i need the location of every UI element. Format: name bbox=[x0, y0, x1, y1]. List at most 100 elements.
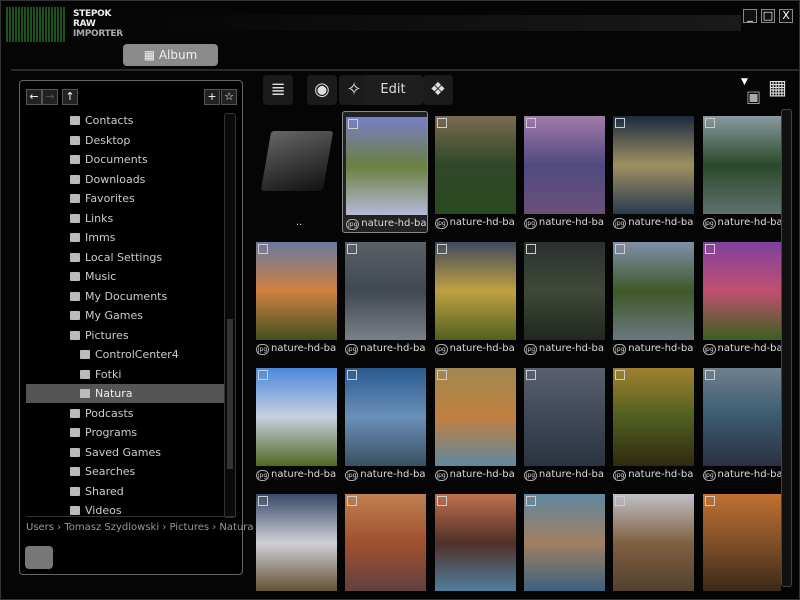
title-bar[interactable] bbox=[121, 15, 741, 31]
scroll-thumb[interactable] bbox=[227, 319, 233, 469]
edit-button[interactable]: Edit bbox=[363, 75, 423, 105]
exif-icon bbox=[615, 244, 626, 254]
thumbnail[interactable]: jpg nature-hd-ba bbox=[700, 363, 782, 485]
jpg-badge-icon: jpg bbox=[256, 344, 269, 355]
filename: nature-hd-ba bbox=[628, 343, 694, 354]
thumbnail[interactable]: jpg nature-hd-ba bbox=[253, 363, 339, 485]
thumbnail-image bbox=[256, 368, 337, 466]
eye-icon[interactable]: ◉ bbox=[307, 75, 337, 105]
tree-item[interactable]: Videos bbox=[26, 501, 234, 517]
tree-item[interactable]: Downloads bbox=[26, 170, 234, 189]
thumbnail[interactable]: jpg nature-hd-ba bbox=[610, 111, 696, 233]
filename: nature-hd-ba bbox=[717, 217, 782, 228]
thumbnail-image bbox=[346, 117, 428, 215]
exif-icon bbox=[704, 496, 715, 506]
thumbnail-image bbox=[434, 368, 516, 466]
grid-icon: ▦ bbox=[143, 48, 159, 62]
tree-scrollbar[interactable] bbox=[224, 113, 236, 518]
tree-item-label: My Games bbox=[85, 309, 143, 322]
tree-item[interactable]: Natura bbox=[26, 384, 234, 403]
grid-scrollbar[interactable] bbox=[781, 109, 792, 587]
thumbnail[interactable] bbox=[700, 489, 781, 591]
tree-item[interactable]: Programs bbox=[26, 423, 234, 442]
thumbnail[interactable]: jpg nature-hd-ba bbox=[521, 237, 607, 359]
thumbnail-image bbox=[613, 368, 695, 466]
thumbnail-image bbox=[523, 242, 605, 340]
folder-icon bbox=[70, 252, 80, 262]
breadcrumb[interactable]: Users › Tomasz Szydlowski › Pictures › N… bbox=[26, 522, 254, 533]
maximize-button[interactable]: □ bbox=[761, 9, 775, 23]
favorite-button[interactable]: ☆ bbox=[221, 89, 237, 105]
thumbnail[interactable]: jpg nature-hd-ba bbox=[521, 363, 607, 485]
folder-button[interactable] bbox=[25, 546, 53, 569]
thumbnail[interactable]: jpg nature-hd-ba bbox=[700, 237, 781, 359]
thumbnail[interactable]: jpg nature-hd-ba bbox=[342, 363, 428, 485]
back-button[interactable]: ← bbox=[26, 89, 42, 105]
jpg-badge-icon: jpg bbox=[613, 344, 627, 355]
thumbnail-image bbox=[434, 494, 516, 591]
thumbnail-label: jpg nature-hd-ba bbox=[702, 343, 781, 355]
grid-view-icon[interactable]: ▦ bbox=[768, 77, 787, 97]
thumbnail[interactable]: jpg nature-hd-ba bbox=[432, 111, 518, 233]
tab-album[interactable]: ▦ Album bbox=[123, 44, 218, 66]
thumbnail[interactable]: jpg nature-hd-ba bbox=[610, 363, 696, 485]
close-button[interactable]: X bbox=[779, 9, 793, 23]
thumbnail[interactable]: jpg nature-hd-ba bbox=[432, 237, 518, 359]
tree-item[interactable]: Imms bbox=[26, 228, 234, 247]
thumbnail[interactable] bbox=[342, 489, 428, 591]
tree-item[interactable]: Favorites bbox=[26, 189, 234, 208]
tree-item[interactable]: My Games bbox=[26, 306, 234, 325]
tree-item[interactable]: ControlCenter4 bbox=[26, 345, 234, 364]
divider bbox=[26, 516, 236, 517]
thumbnail[interactable]: jpg nature-hd-ba bbox=[432, 363, 518, 485]
parent-folder[interactable]: .. bbox=[256, 111, 342, 233]
thumbnail[interactable]: jpg nature-hd-ba bbox=[342, 237, 428, 359]
thumbnail[interactable] bbox=[432, 489, 518, 591]
filename: nature-hd-ba bbox=[717, 469, 782, 480]
tree-item[interactable]: Contacts bbox=[26, 111, 234, 130]
up-button[interactable]: ↑ bbox=[62, 89, 78, 105]
folder-icon bbox=[70, 311, 80, 320]
stack-icon[interactable]: ❖ bbox=[423, 75, 453, 105]
folder-icon bbox=[70, 213, 80, 223]
thumbnail-label: jpg nature-hd-ba bbox=[434, 343, 517, 355]
thumbnail[interactable] bbox=[521, 489, 607, 591]
thumbnail-image bbox=[256, 242, 337, 340]
tree-item[interactable]: Desktop bbox=[26, 131, 234, 150]
thumbnail[interactable] bbox=[253, 489, 339, 591]
thumbnail-image bbox=[523, 368, 605, 466]
tree-item[interactable]: Saved Games bbox=[26, 443, 234, 462]
dropdown-arrow-icon[interactable]: ▼ bbox=[741, 77, 748, 87]
thumbnail[interactable]: jpg nature-hd-ba bbox=[700, 111, 782, 233]
tree-item-label: Podcasts bbox=[85, 406, 134, 420]
thumbnail[interactable]: jpg nature-hd-ba bbox=[253, 237, 339, 359]
tree-item-label: Programs bbox=[85, 426, 138, 439]
jpg-badge-icon: jpg bbox=[256, 470, 269, 481]
folder-icon bbox=[70, 506, 80, 515]
filename: nature-hd-ba bbox=[449, 343, 515, 354]
tree-item[interactable]: Fotki bbox=[26, 365, 234, 384]
tree-item[interactable]: Music bbox=[26, 267, 234, 286]
list-icon[interactable]: ≣ bbox=[263, 75, 293, 105]
tree-item[interactable]: Pictures bbox=[26, 326, 234, 345]
filename: nature-hd-ba bbox=[271, 343, 337, 354]
thumbnail[interactable]: jpg nature-hd-ba bbox=[610, 237, 696, 359]
tree-item[interactable]: Searches bbox=[26, 462, 234, 481]
thumbnail[interactable]: jpg nature-hd-ba bbox=[342, 111, 429, 233]
new-folder-icon[interactable]: + bbox=[204, 89, 220, 105]
tree-item[interactable]: Documents bbox=[26, 150, 234, 169]
minimize-button[interactable]: _ bbox=[743, 9, 757, 23]
forward-button[interactable]: → bbox=[42, 89, 58, 105]
thumbnail-image bbox=[702, 494, 781, 591]
tree-item[interactable]: Local Settings bbox=[26, 248, 234, 267]
logo-line: STEPOK bbox=[73, 9, 112, 19]
tree-item[interactable]: Links bbox=[26, 209, 234, 228]
tree-item[interactable]: Shared bbox=[26, 482, 234, 501]
thumbnail[interactable]: jpg nature-hd-ba bbox=[521, 111, 607, 233]
tree-item[interactable]: Podcasts bbox=[26, 404, 234, 423]
tree-item[interactable]: My Documents bbox=[26, 287, 234, 306]
save-icon[interactable]: ▣ bbox=[746, 87, 761, 106]
logo-icon bbox=[6, 7, 66, 42]
exif-icon bbox=[615, 118, 626, 128]
thumbnail[interactable] bbox=[610, 489, 696, 591]
